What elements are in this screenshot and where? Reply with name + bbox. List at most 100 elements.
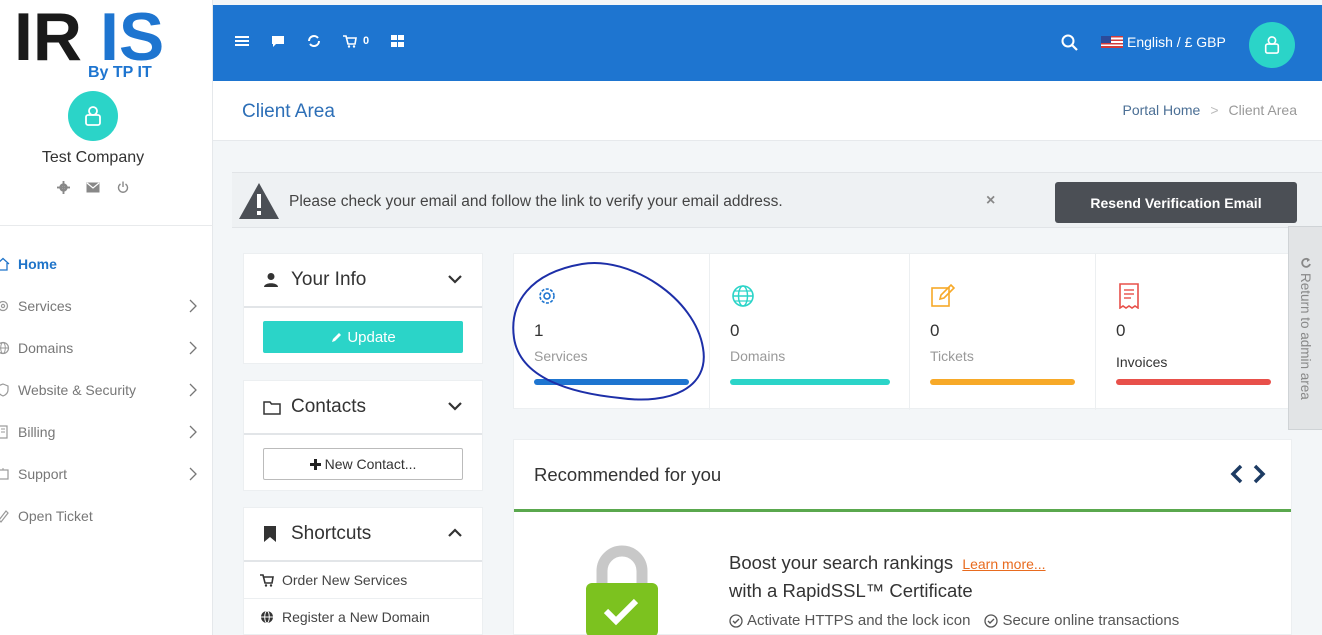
bookmark-icon xyxy=(263,524,283,544)
learn-more-link[interactable]: Learn more... xyxy=(962,556,1045,572)
tile-tickets[interactable]: 0 Tickets xyxy=(910,254,1096,410)
recommended-headline: Boost your search rankings xyxy=(729,552,954,573)
language-currency-selector[interactable]: English / £ GBP xyxy=(1101,34,1226,50)
search-icon[interactable] xyxy=(1060,33,1080,53)
feature-item: Secure online transactions xyxy=(984,612,1179,629)
your-info-panel: Your Info Update xyxy=(243,253,483,364)
tile-services[interactable]: 1 Services xyxy=(514,254,710,410)
recommended-panel: Recommended for you Boost your search ra… xyxy=(513,439,1292,635)
user-icon xyxy=(85,106,101,126)
user-icon xyxy=(1264,36,1280,54)
domains-label: Domains xyxy=(730,348,786,364)
sidebar-item-label: Support xyxy=(18,466,68,482)
user-icon xyxy=(263,270,283,290)
sidebar-item-label: Billing xyxy=(18,424,56,440)
recommended-title: Recommended for you xyxy=(534,464,722,485)
ssl-lock-icon xyxy=(586,545,658,635)
tile-invoices[interactable]: 0 Invoices xyxy=(1096,254,1292,410)
sidebar-item-label: Open Ticket xyxy=(18,508,93,524)
recommended-header: Recommended for you xyxy=(514,440,1291,512)
warning-icon xyxy=(239,183,279,219)
user-actions xyxy=(55,180,131,194)
update-button[interactable]: Update xyxy=(263,321,463,353)
refresh-icon[interactable] xyxy=(307,34,321,48)
shortcut-label: Register a New Domain xyxy=(282,609,430,625)
plus-icon xyxy=(309,458,321,470)
ticket-icon xyxy=(0,508,18,524)
sidebar-item-billing[interactable]: Billing xyxy=(0,411,213,453)
sidebar-item-label: Services xyxy=(18,298,72,314)
chevron-left-icon[interactable] xyxy=(1229,463,1245,485)
invoices-bar xyxy=(1116,379,1271,385)
panel-header[interactable]: Contacts xyxy=(244,381,482,435)
user-avatar[interactable] xyxy=(68,91,118,141)
breadcrumb-current: Client Area xyxy=(1228,102,1297,118)
feature-item: Activate HTTPS and the lock icon xyxy=(729,612,970,629)
globe-icon xyxy=(261,610,273,624)
shortcut-order-new-services[interactable]: Order New Services xyxy=(244,562,482,599)
services-count: 1 xyxy=(534,321,544,340)
cart-count: 0 xyxy=(363,35,370,47)
pencil-icon xyxy=(332,332,342,342)
chevron-up-icon[interactable] xyxy=(446,524,464,542)
grid-icon[interactable] xyxy=(391,35,405,47)
account-avatar[interactable] xyxy=(1249,22,1295,68)
shield-icon xyxy=(0,382,18,398)
breadcrumb-separator-icon: > xyxy=(1210,102,1219,118)
email-verification-alert: Please check your email and follow the l… xyxy=(232,172,1322,228)
carousel-nav xyxy=(1229,463,1267,485)
sidebar-nav: Home Services Domains Website & Security… xyxy=(0,243,213,537)
sidebar-item-services[interactable]: Services xyxy=(0,285,213,327)
page-header: Client Area Portal Home > Client Area xyxy=(213,81,1322,141)
sidebar-item-domains[interactable]: Domains xyxy=(0,327,213,369)
sidebar-item-label: Home xyxy=(18,256,57,272)
new-contact-button[interactable]: New Contact... xyxy=(263,448,463,480)
iris-logo[interactable]: IR IS By TP IT xyxy=(14,2,184,80)
tickets-bar xyxy=(930,379,1075,385)
breadcrumb-portal-home[interactable]: Portal Home xyxy=(1123,102,1201,118)
panel-header[interactable]: Shortcuts xyxy=(244,508,482,562)
company-name: Test Company xyxy=(41,149,145,166)
alert-message: Please check your email and follow the l… xyxy=(289,193,783,210)
shortcut-register-domain[interactable]: Register a New Domain xyxy=(244,599,482,635)
panel-header[interactable]: Your Info xyxy=(244,254,482,308)
cart-icon xyxy=(260,573,274,587)
breadcrumb: Portal Home > Client Area xyxy=(1123,102,1297,118)
gear-icon[interactable] xyxy=(55,180,71,194)
chevron-down-icon[interactable] xyxy=(446,397,464,415)
domains-count: 0 xyxy=(730,321,740,340)
resend-verification-button[interactable]: Resend Verification Email xyxy=(1055,182,1297,223)
power-icon[interactable] xyxy=(115,180,131,194)
recommended-line-2: with a RapidSSL™ Certificate xyxy=(729,580,973,601)
chevron-right-icon xyxy=(189,467,197,481)
sidebar-item-support[interactable]: Support xyxy=(0,453,213,495)
chevron-right-icon xyxy=(189,383,197,397)
contacts-panel: Contacts New Contact... xyxy=(243,380,483,491)
chevron-right-icon[interactable] xyxy=(1251,463,1267,485)
language-label: English / £ GBP xyxy=(1127,34,1226,50)
sidebar-item-home[interactable]: Home xyxy=(0,243,213,285)
invoices-label: Invoices xyxy=(1116,354,1168,370)
globe-icon xyxy=(0,340,18,356)
sidebar-item-open-ticket[interactable]: Open Ticket xyxy=(0,495,213,537)
tickets-label: Tickets xyxy=(930,348,974,364)
receipt-icon xyxy=(1119,283,1139,309)
recommended-line-1: Boost your search rankings Learn more... xyxy=(729,552,1046,574)
globe-icon xyxy=(732,285,754,307)
menu-icon[interactable] xyxy=(235,35,249,47)
domains-bar xyxy=(730,379,890,385)
check-circle-icon xyxy=(984,613,999,628)
return-to-admin-tab[interactable]: Return to admin area xyxy=(1288,226,1322,430)
close-icon[interactable]: × xyxy=(986,192,995,210)
mail-icon[interactable] xyxy=(85,180,101,194)
chevron-down-icon[interactable] xyxy=(446,270,464,288)
sidebar-item-label: Domains xyxy=(18,340,74,356)
svg-text:By TP IT: By TP IT xyxy=(88,64,152,80)
chat-icon[interactable] xyxy=(271,35,285,48)
page-title: Client Area xyxy=(242,101,335,122)
sidebar-item-website-security[interactable]: Website & Security xyxy=(0,369,213,411)
cart-button[interactable]: 0 xyxy=(343,34,370,48)
billing-icon xyxy=(0,424,18,440)
tile-domains[interactable]: 0 Domains xyxy=(710,254,910,410)
undo-icon xyxy=(1300,257,1311,268)
